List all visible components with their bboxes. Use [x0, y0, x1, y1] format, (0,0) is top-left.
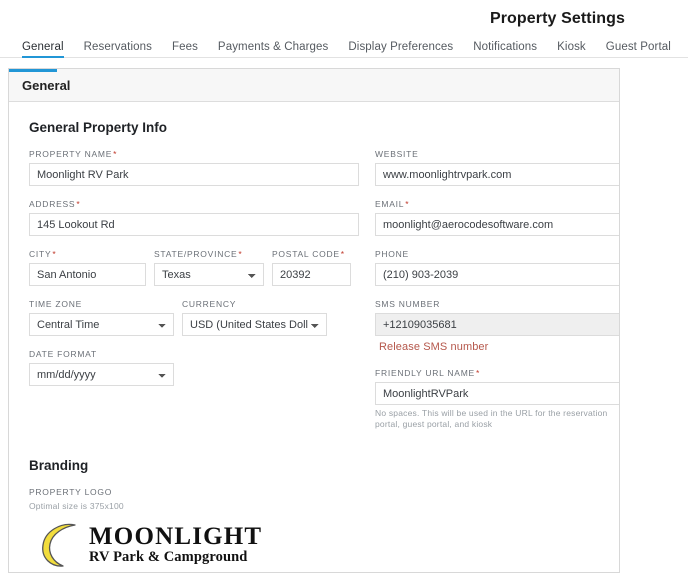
postal-code-label: POSTAL CODE*: [272, 249, 351, 259]
date-format-label: DATE FORMAT: [29, 349, 174, 359]
panel-header: General: [9, 69, 619, 102]
tab-reservations[interactable]: Reservations: [74, 41, 162, 58]
time-zone-label: TIME ZONE: [29, 299, 174, 309]
field-website: WEBSITE: [375, 149, 620, 186]
required-marker: *: [76, 199, 80, 209]
property-logo-block: PROPERTY LOGO Optimal size is 375x100 MO…: [29, 487, 599, 573]
required-marker: *: [238, 249, 242, 259]
property-name-input[interactable]: [29, 163, 359, 186]
friendly-url-input[interactable]: [375, 382, 620, 405]
website-input[interactable]: [375, 163, 620, 186]
field-postal-code: POSTAL CODE*: [272, 249, 351, 286]
required-marker: *: [341, 249, 345, 259]
page-title: Property Settings: [490, 10, 625, 28]
tab-payments-charges[interactable]: Payments & Charges: [208, 41, 338, 58]
property-logo-preview: MOONLIGHT RV Park & Campground: [31, 518, 599, 570]
page-header: Property Settings: [0, 0, 688, 38]
field-address: ADDRESS*: [29, 199, 359, 236]
postal-code-label-text: POSTAL CODE: [272, 249, 340, 259]
general-property-info-heading: General Property Info: [29, 120, 599, 135]
field-phone: PHONE: [375, 249, 620, 286]
required-marker: *: [405, 199, 409, 209]
property-logo-title: MOONLIGHT: [89, 524, 262, 549]
address-label-text: ADDRESS: [29, 199, 75, 209]
tab-fees[interactable]: Fees: [162, 41, 208, 58]
phone-label: PHONE: [375, 249, 620, 259]
phone-input[interactable]: [375, 263, 620, 286]
field-email: EMAIL*: [375, 199, 620, 236]
tab-general[interactable]: General: [22, 41, 74, 58]
email-label-text: EMAIL: [375, 199, 404, 209]
state-label: STATE/PROVINCE*: [154, 249, 264, 259]
city-input[interactable]: [29, 263, 146, 286]
required-marker: *: [52, 249, 56, 259]
currency-label: CURRENCY: [182, 299, 327, 309]
panel-body: General Property Info PROPERTY NAME* ADD…: [9, 102, 619, 573]
property-logo-subtitle: RV Park & Campground: [89, 550, 262, 565]
state-label-text: STATE/PROVINCE: [154, 249, 237, 259]
required-marker: *: [476, 368, 480, 378]
property-name-label: PROPERTY NAME*: [29, 149, 359, 159]
city-state-postal-row: CITY* STATE/PROVINCE* Texas: [29, 249, 359, 299]
city-label: CITY*: [29, 249, 146, 259]
sms-number-input[interactable]: [375, 313, 620, 336]
property-logo-text: MOONLIGHT RV Park & Campground: [89, 524, 262, 565]
state-select[interactable]: Texas: [154, 263, 264, 286]
field-property-name: PROPERTY NAME*: [29, 149, 359, 186]
friendly-url-label-text: FRIENDLY URL NAME: [375, 368, 475, 378]
property-name-label-text: PROPERTY NAME: [29, 149, 112, 159]
tab-guest-portal[interactable]: Guest Portal: [596, 41, 681, 58]
field-city: CITY*: [29, 249, 146, 286]
timezone-currency-row: TIME ZONE Central Time CURRENCY USD (Uni…: [29, 299, 359, 349]
property-logo-helper: Optimal size is 375x100: [29, 501, 599, 512]
friendly-url-helper: No spaces. This will be used in the URL …: [375, 408, 620, 431]
form-columns: PROPERTY NAME* ADDRESS* CITY*: [29, 149, 599, 444]
field-sms-number: SMS NUMBER Release SMS number: [375, 299, 620, 355]
date-format-select[interactable]: mm/dd/yyyy: [29, 363, 174, 386]
field-date-format: DATE FORMAT mm/dd/yyyy: [29, 349, 174, 386]
release-sms-number-link[interactable]: Release SMS number: [379, 341, 488, 353]
tab-kiosk[interactable]: Kiosk: [547, 41, 596, 58]
panel-accent-bar: [9, 69, 57, 72]
currency-select[interactable]: USD (United States Dollar): [182, 313, 327, 336]
property-logo-label: PROPERTY LOGO: [29, 487, 599, 497]
website-label: WEBSITE: [375, 149, 620, 159]
form-column-left: PROPERTY NAME* ADDRESS* CITY*: [29, 149, 359, 444]
tab-notifications[interactable]: Notifications: [463, 41, 547, 58]
email-input[interactable]: [375, 213, 620, 236]
general-settings-panel: General General Property Info PROPERTY N…: [8, 68, 620, 573]
address-label: ADDRESS*: [29, 199, 359, 209]
sms-number-label: SMS NUMBER: [375, 299, 620, 309]
address-input[interactable]: [29, 213, 359, 236]
email-label: EMAIL*: [375, 199, 620, 209]
field-time-zone: TIME ZONE Central Time: [29, 299, 174, 336]
time-zone-select[interactable]: Central Time: [29, 313, 174, 336]
postal-code-input[interactable]: [272, 263, 351, 286]
settings-tabbar: General Reservations Fees Payments & Cha…: [0, 38, 688, 58]
friendly-url-label: FRIENDLY URL NAME*: [375, 368, 620, 378]
page-body: General General Property Info PROPERTY N…: [0, 58, 688, 573]
field-currency: CURRENCY USD (United States Dollar): [182, 299, 327, 336]
form-column-right: WEBSITE EMAIL* PHONE SMS NUM: [375, 149, 620, 444]
field-friendly-url: FRIENDLY URL NAME* No spaces. This will …: [375, 368, 620, 431]
crescent-moon-icon: [31, 519, 83, 569]
field-state: STATE/PROVINCE* Texas: [154, 249, 264, 286]
city-label-text: CITY: [29, 249, 51, 259]
required-marker: *: [113, 149, 117, 159]
branding-heading: Branding: [29, 458, 599, 473]
tab-display-preferences[interactable]: Display Preferences: [338, 41, 463, 58]
